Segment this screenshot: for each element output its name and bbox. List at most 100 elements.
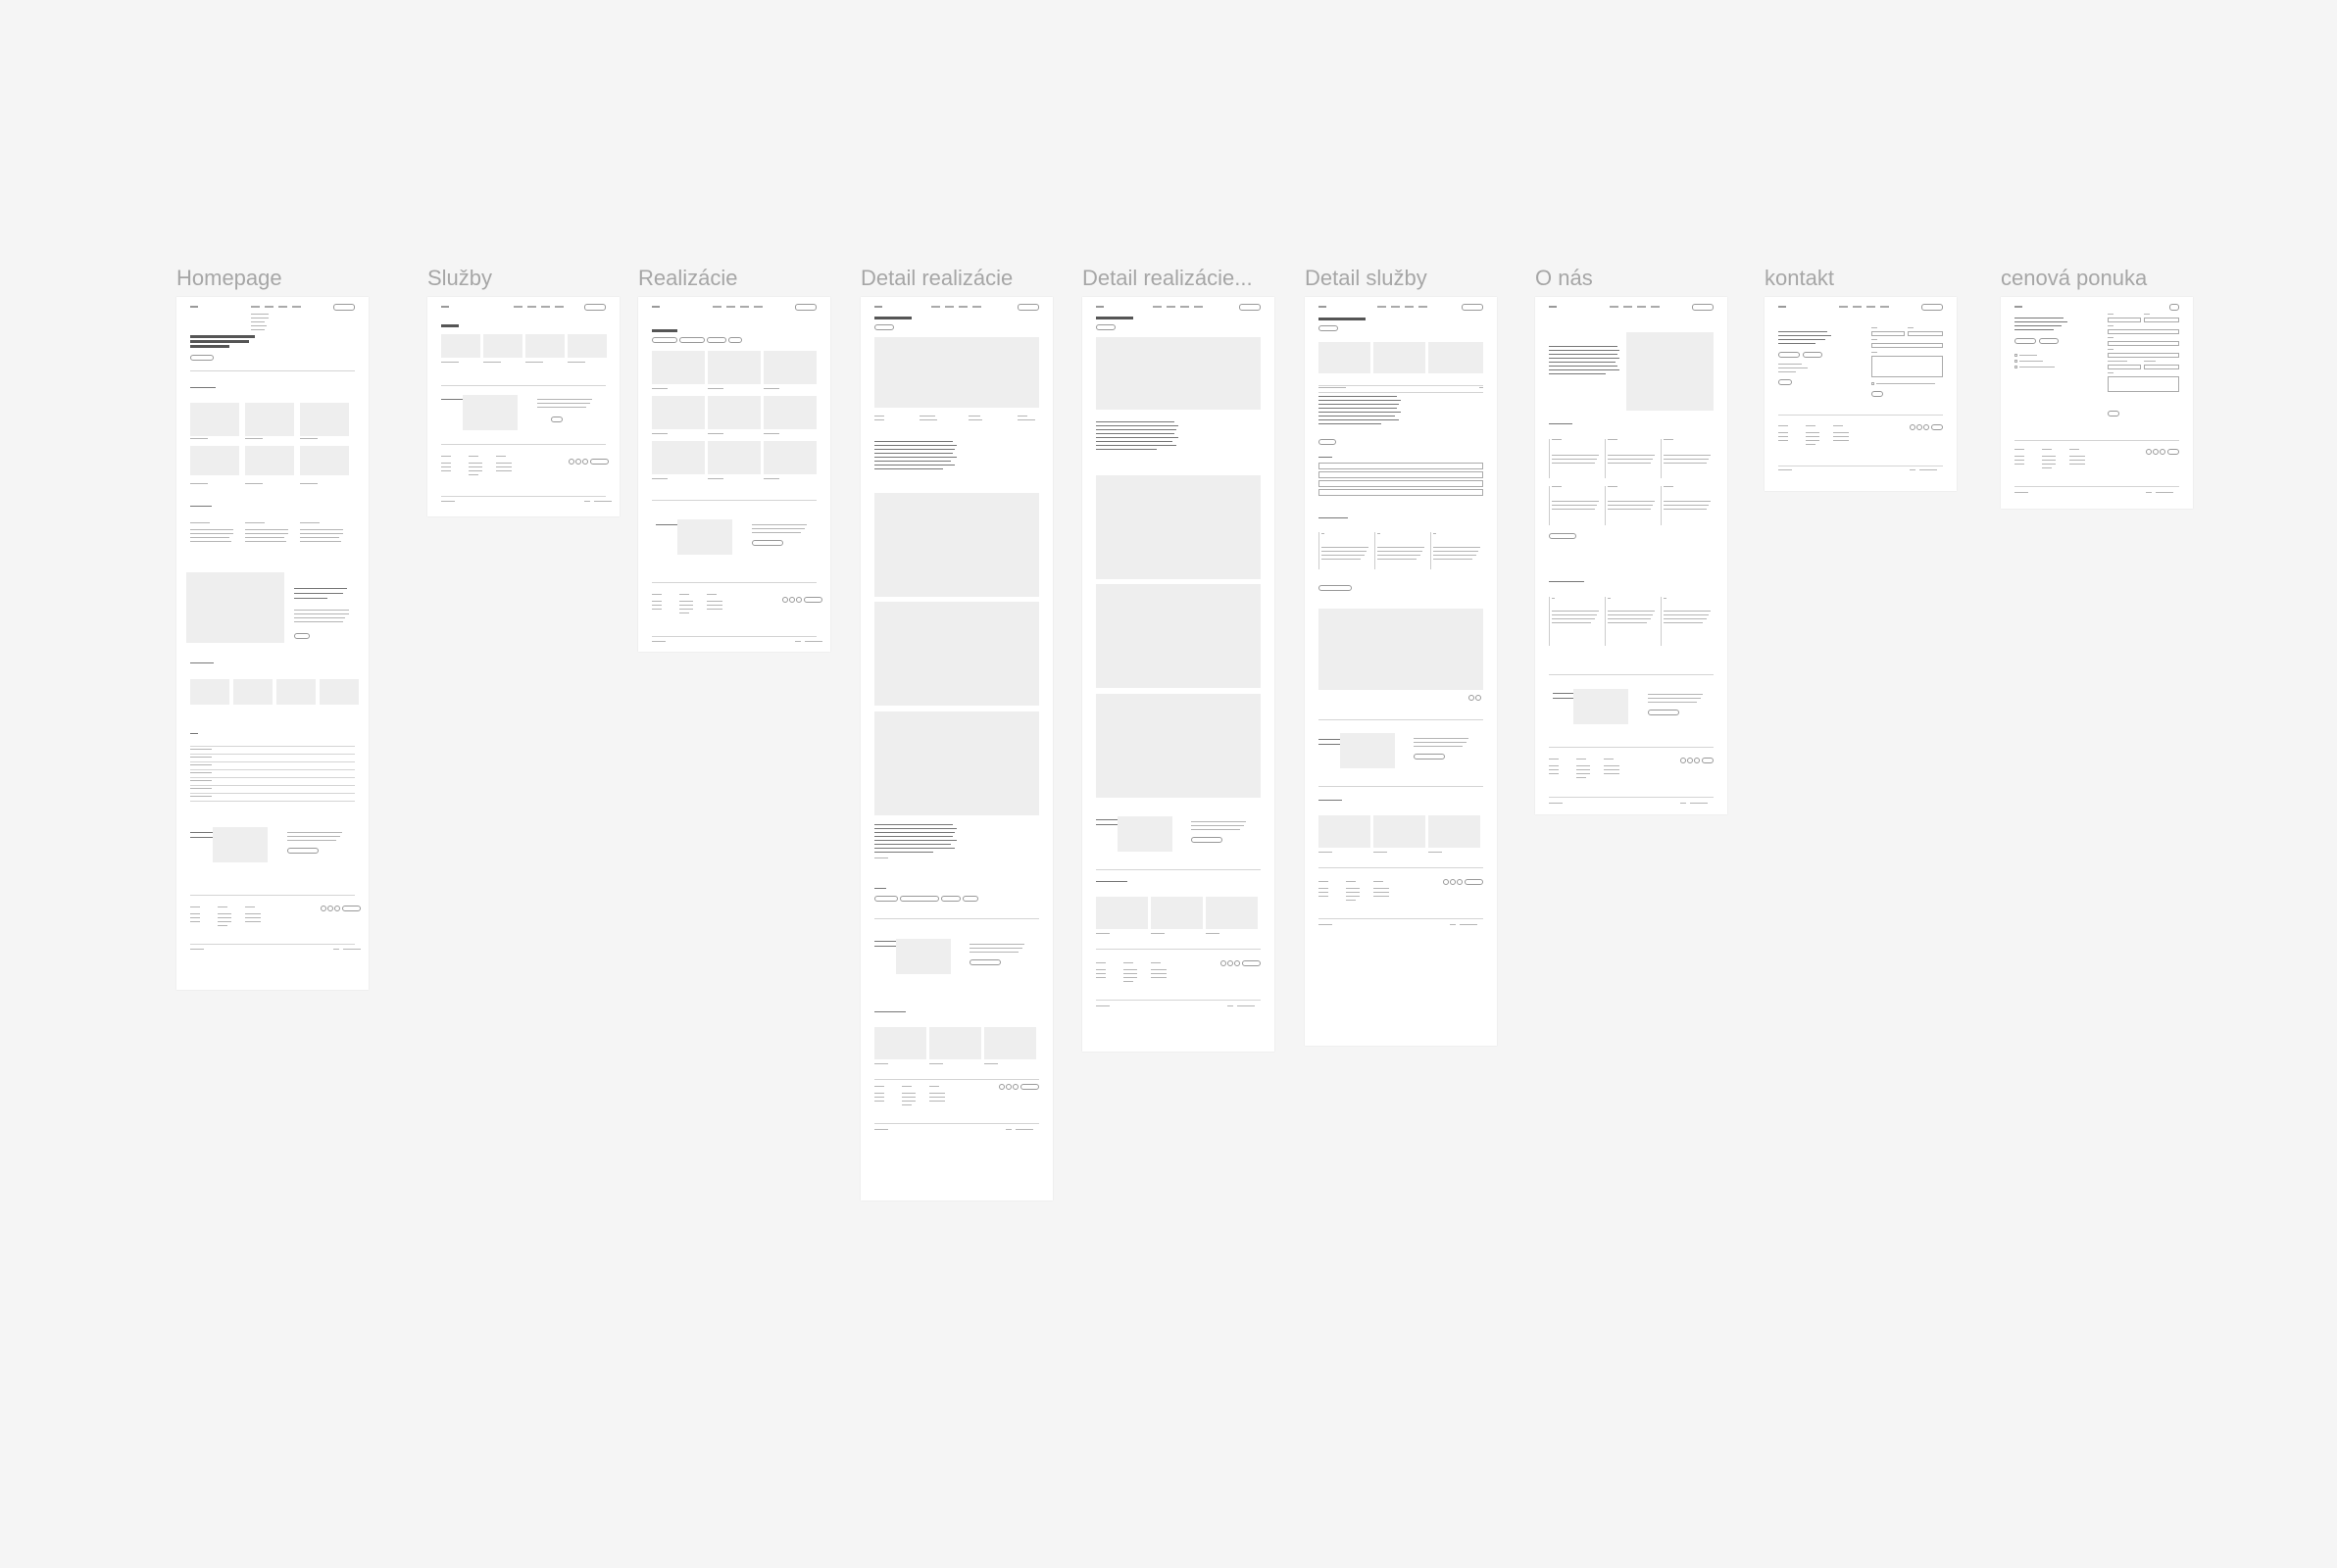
footer-cta-button[interactable] [1242,960,1261,966]
name-field[interactable] [1871,331,1905,336]
filter-chip[interactable] [679,337,705,343]
footer-link[interactable] [1346,900,1356,902]
project-card-label[interactable] [708,433,723,435]
gallery-image[interactable] [874,602,1039,706]
footer-link[interactable] [218,917,231,919]
frame-sluzby[interactable] [427,297,620,516]
social-icon[interactable] [1443,879,1449,885]
list-item[interactable] [1318,463,1483,469]
cta-button[interactable] [1191,837,1222,843]
footer-cta-button[interactable] [342,906,361,911]
footer-link[interactable] [1096,977,1106,979]
faq-item[interactable] [190,761,355,762]
footer-link[interactable] [190,913,200,915]
nav-link[interactable] [278,306,287,308]
social-icon[interactable] [999,1084,1005,1090]
video-placeholder[interactable] [1318,609,1483,690]
logo[interactable] [652,306,660,308]
logo[interactable] [1778,306,1786,308]
footer-link[interactable] [652,609,662,611]
footer-cta-button[interactable] [590,459,609,465]
project-card-image[interactable] [708,396,761,429]
social-icon[interactable] [2146,449,2152,455]
footer-link[interactable] [218,913,231,915]
gallery-image[interactable] [1096,475,1261,579]
footer-link[interactable] [929,1097,945,1099]
footer-link[interactable] [679,605,693,607]
legal-link[interactable] [1910,469,1915,471]
footer-link[interactable] [1833,432,1849,434]
tag-chip[interactable] [900,896,939,902]
service-checkbox[interactable] [2014,354,2017,357]
footer-link[interactable] [218,921,231,923]
nav-link[interactable] [555,306,564,308]
footer-link[interactable] [1806,432,1819,434]
related-service-label[interactable] [1428,852,1442,854]
nav-dropdown-item[interactable] [251,329,265,331]
legal-link[interactable] [1237,1005,1255,1007]
footer-link[interactable] [441,463,451,465]
budget-field[interactable] [2144,365,2179,369]
about-button[interactable] [294,633,310,639]
footer-link[interactable] [1096,973,1106,975]
legal-link[interactable] [343,949,361,951]
footer-link[interactable] [245,917,261,919]
footer-link[interactable] [2069,460,2085,462]
footer-link[interactable] [441,466,451,468]
nav-link[interactable] [1637,306,1646,308]
project-card-image[interactable] [652,351,705,384]
faq-question[interactable] [190,788,212,790]
project-card-image[interactable] [764,396,817,429]
related-project-image[interactable] [874,1027,926,1059]
nav-link[interactable] [1651,306,1660,308]
map-link-button[interactable] [1778,379,1792,385]
logo[interactable] [874,306,882,308]
select-label[interactable] [1318,387,1346,389]
footer-link[interactable] [1778,432,1788,434]
faq-question[interactable] [190,757,212,759]
social-icon[interactable] [1910,424,1915,430]
cta-button[interactable] [970,959,1001,965]
footer-link[interactable] [707,601,722,603]
nav-link[interactable] [251,306,260,308]
footer-link[interactable] [1833,436,1849,438]
social-icon[interactable] [1234,960,1240,966]
social-icon[interactable] [789,597,795,603]
footer-link[interactable] [1318,888,1328,890]
footer-link[interactable] [1318,892,1328,894]
frame-title-kontakt[interactable]: kontakt [1765,266,1834,291]
related-project-label[interactable] [874,1063,888,1065]
social-icon[interactable] [1450,879,1456,885]
service-card-label[interactable] [245,438,263,440]
filter-chip[interactable] [707,337,726,343]
legal-link[interactable] [1919,469,1937,471]
nav-link[interactable] [1880,306,1889,308]
nav-link[interactable] [265,306,273,308]
contact-option-button[interactable] [1778,352,1800,358]
footer-link[interactable] [679,601,693,603]
footer-link[interactable] [1151,977,1167,979]
related-service-label[interactable] [1373,852,1387,854]
social-icon[interactable] [1227,960,1233,966]
footer-link[interactable] [1576,777,1586,779]
values-button[interactable] [1549,533,1576,539]
related-service-image[interactable] [1373,815,1425,848]
related-project-image[interactable] [1096,897,1148,929]
nav-link[interactable] [754,306,763,308]
tag-chip[interactable] [874,324,894,330]
project-card-image[interactable] [708,351,761,384]
project-card-label[interactable] [708,478,723,480]
footer-link[interactable] [1549,769,1559,771]
feature-button[interactable] [1318,585,1352,591]
service-card-label[interactable] [568,362,585,364]
gallery-image[interactable] [1096,694,1261,798]
faq-item[interactable] [190,754,355,755]
legal-link[interactable] [1006,1129,1012,1131]
footer-link[interactable] [1123,977,1137,979]
footer-link[interactable] [190,921,200,923]
nav-link[interactable] [1853,306,1862,308]
service-card-label[interactable] [190,438,208,440]
name-field[interactable] [2108,318,2141,322]
footer-link[interactable] [496,470,512,472]
project-card-label[interactable] [764,478,779,480]
